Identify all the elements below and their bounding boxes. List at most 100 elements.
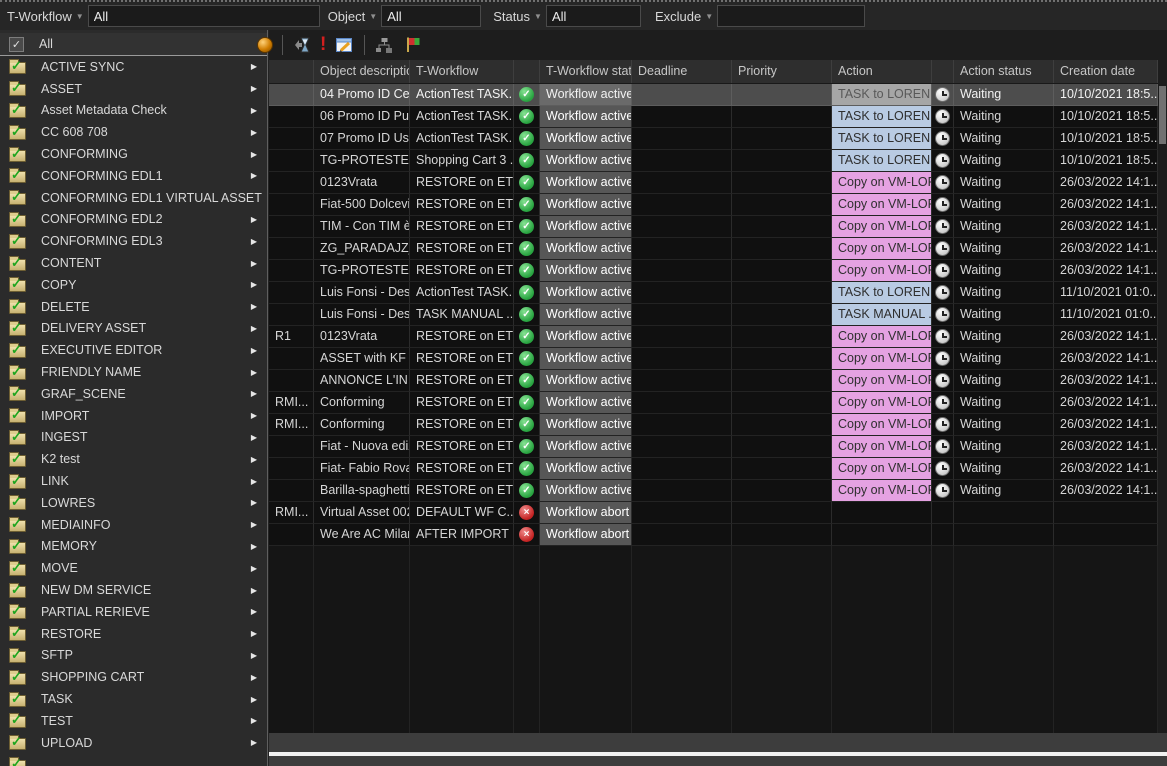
sidebar-item-k2-test[interactable]: K2 test ▶ [0, 448, 267, 470]
table-row[interactable]: TG-PROTESTE ... Shopping Cart 3 ... ✓ Wo… [269, 150, 1158, 172]
action-cell[interactable]: Copy on VM-LOR... [832, 172, 932, 194]
action-cell[interactable]: TASK to LOREN... [832, 150, 932, 172]
action-cell[interactable]: Copy on VM-LOR... [832, 260, 932, 282]
expand-arrow-icon[interactable]: ▶ [251, 280, 257, 289]
table-row[interactable]: Fiat - Nuova edizi... RESTORE on ETX ✓ W… [269, 436, 1158, 458]
sidebar-item-restore[interactable]: RESTORE ▶ [0, 623, 267, 645]
expand-arrow-icon[interactable]: ▶ [251, 215, 257, 224]
expand-arrow-icon[interactable]: ▶ [251, 564, 257, 573]
sidebar-item-executive-editor[interactable]: EXECUTIVE EDITOR ▶ [0, 339, 267, 361]
sidebar-item-memory[interactable]: MEMORY ▶ [0, 536, 267, 558]
action-cell[interactable]: TASK to LOREN... [832, 128, 932, 150]
sidebar-item-delete[interactable]: DELETE ▶ [0, 296, 267, 318]
expand-arrow-icon[interactable]: ▶ [251, 651, 257, 660]
sidebar-item-shopping-cart[interactable]: SHOPPING CART ▶ [0, 666, 267, 688]
sidebar-item-graf-scene[interactable]: GRAF_SCENE ▶ [0, 383, 267, 405]
sidebar-item-sftp[interactable]: SFTP ▶ [0, 645, 267, 667]
expand-arrow-icon[interactable]: ▶ [251, 62, 257, 71]
sidebar-item-conforming-edl2[interactable]: CONFORMING EDL2 ▶ [0, 209, 267, 231]
vertical-scrollbar-thumb[interactable] [1159, 86, 1166, 144]
action-cell[interactable]: Copy on VM-LOR... [832, 194, 932, 216]
sidebar-item-content[interactable]: CONTENT ▶ [0, 252, 267, 274]
expand-arrow-icon[interactable]: ▶ [251, 346, 257, 355]
expand-arrow-icon[interactable]: ▶ [251, 695, 257, 704]
column-header[interactable]: Deadline [632, 60, 732, 83]
expand-arrow-icon[interactable]: ▶ [251, 586, 257, 595]
action-cell[interactable]: TASK to LOREN... [832, 84, 932, 106]
expand-arrow-icon[interactable]: ▶ [251, 542, 257, 551]
exclude-filter-input[interactable] [717, 5, 865, 27]
action-cell[interactable]: Copy on VM-LOR... [832, 414, 932, 436]
table-row[interactable]: 06 Promo ID Puls... ActionTest TASK... ✓… [269, 106, 1158, 128]
sidebar-item-mediainfo[interactable]: MEDIAINFO ▶ [0, 514, 267, 536]
flag-icon[interactable] [403, 35, 423, 55]
priority-exclamation-icon[interactable]: ! [320, 35, 326, 55]
expand-arrow-icon[interactable]: ▶ [251, 673, 257, 682]
sidebar-item-conforming-edl1[interactable]: CONFORMING EDL1 ▶ [0, 165, 267, 187]
sidebar-item-new-dm-service[interactable]: NEW DM SERVICE ▶ [0, 579, 267, 601]
action-cell[interactable]: Copy on VM-LOR... [832, 392, 932, 414]
expand-arrow-icon[interactable]: ▶ [251, 607, 257, 616]
table-row[interactable]: 0123Vrata RESTORE on ETX ✓ Workflow acti… [269, 172, 1158, 194]
table-row[interactable]: R1 0123Vrata RESTORE on ETX ✓ Workflow a… [269, 326, 1158, 348]
sidebar-item-all[interactable]: ✓ All [0, 33, 267, 56]
sidebar-item-delivery-asset[interactable]: DELIVERY ASSET ▶ [0, 318, 267, 340]
expand-arrow-icon[interactable]: ▶ [251, 477, 257, 486]
action-cell[interactable]: Copy on VM-LOR... [832, 326, 932, 348]
sidebar-item-move[interactable]: MOVE ▶ [0, 557, 267, 579]
column-header[interactable]: Action status [954, 60, 1054, 83]
sidebar-item-test[interactable]: TEST ▶ [0, 710, 267, 732]
expand-arrow-icon[interactable]: ▶ [251, 716, 257, 725]
expand-arrow-icon[interactable]: ▶ [251, 237, 257, 246]
tworkflow-filter-input[interactable] [88, 5, 320, 27]
table-row[interactable]: Luis Fonsi - Desp... TASK MANUAL ... ✓ W… [269, 304, 1158, 326]
column-header[interactable] [269, 60, 314, 83]
table-row[interactable]: RMI... Virtual Asset 002 ... DEFAULT WF … [269, 502, 1158, 524]
sidebar-item-partial-rerieve[interactable]: PARTIAL RERIEVE ▶ [0, 601, 267, 623]
expand-arrow-icon[interactable]: ▶ [251, 106, 257, 115]
sidebar-item-copy[interactable]: COPY ▶ [0, 274, 267, 296]
expand-arrow-icon[interactable]: ▶ [251, 368, 257, 377]
vertical-scrollbar[interactable] [1158, 84, 1167, 733]
action-cell[interactable]: Copy on VM-LOR... [832, 436, 932, 458]
table-row[interactable]: We Are AC Milan... AFTER IMPORT × Workfl… [269, 524, 1158, 546]
sidebar-item-active-sync[interactable]: ACTIVE SYNC ▶ [0, 56, 267, 78]
expand-arrow-icon[interactable]: ▶ [251, 389, 257, 398]
sidebar-item-cc-608-708[interactable]: CC 608 708 ▶ [0, 121, 267, 143]
sidebar-item-friendly-name[interactable]: FRIENDLY NAME ▶ [0, 361, 267, 383]
table-row[interactable]: Barilla-spaghetti_... RESTORE on ETX ✓ W… [269, 480, 1158, 502]
cancel-ball-icon[interactable] [257, 37, 273, 53]
expand-arrow-icon[interactable]: ▶ [251, 629, 257, 638]
expand-arrow-icon[interactable]: ▶ [251, 150, 257, 159]
table-row[interactable]: RMI... Conforming RESTORE on ETX ✓ Workf… [269, 392, 1158, 414]
table-row[interactable]: Luis Fonsi - Desp... ActionTest TASK... … [269, 282, 1158, 304]
status-filter-dropdown[interactable]: Status ▼ [493, 9, 542, 24]
column-header[interactable]: Creation date [1054, 60, 1158, 83]
action-cell[interactable]: Copy on VM-LOR... [832, 216, 932, 238]
object-filter-input[interactable] [381, 5, 481, 27]
action-cell[interactable]: Copy on VM-LOR... [832, 370, 932, 392]
expand-arrow-icon[interactable]: ▶ [251, 259, 257, 268]
column-header[interactable]: Priority [732, 60, 832, 83]
action-cell[interactable]: Copy on VM-LOR... [832, 480, 932, 502]
action-cell[interactable]: Copy on VM-LOR... [832, 458, 932, 480]
sidebar-item-asset-metadata-check[interactable]: Asset Metadata Check ▶ [0, 100, 267, 122]
sidebar-item-conforming-edl1-virtual-asset[interactable]: CONFORMING EDL1 VIRTUAL ASSET ▶ [0, 187, 267, 209]
table-row[interactable]: TIM - Con TIM è ... RESTORE on ETX ✓ Wor… [269, 216, 1158, 238]
edit-window-icon[interactable] [335, 36, 355, 55]
action-cell[interactable]: TASK to LOREN... [832, 282, 932, 304]
sidebar-item-ingest[interactable]: INGEST ▶ [0, 427, 267, 449]
column-header[interactable] [514, 60, 540, 83]
expand-arrow-icon[interactable]: ▶ [251, 433, 257, 442]
expand-arrow-icon[interactable]: ▶ [251, 738, 257, 747]
column-header[interactable]: T-Workflow [410, 60, 514, 83]
expand-arrow-icon[interactable]: ▶ [251, 324, 257, 333]
sidebar-item-import[interactable]: IMPORT ▶ [0, 405, 267, 427]
tworkflow-filter-dropdown[interactable]: T-Workflow ▼ [7, 9, 84, 24]
column-header[interactable]: Action [832, 60, 932, 83]
expand-arrow-icon[interactable]: ▶ [251, 84, 257, 93]
exclude-filter-dropdown[interactable]: Exclude ▼ [655, 9, 713, 24]
table-row[interactable]: 07 Promo ID Usij... ActionTest TASK... ✓… [269, 128, 1158, 150]
object-filter-dropdown[interactable]: Object ▼ [328, 9, 378, 24]
action-cell[interactable]: TASK MANUAL ... [832, 304, 932, 326]
